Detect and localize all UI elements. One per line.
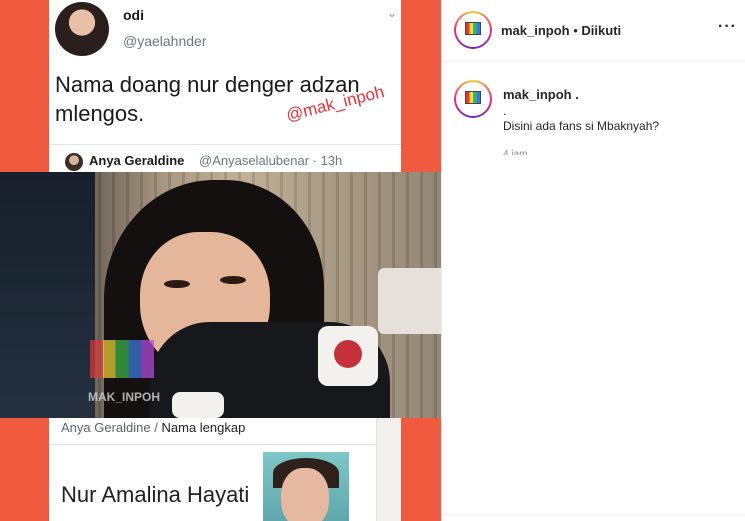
tv-icon [465,22,481,35]
tweet-author-handle: @yaelahnder [123,33,207,49]
quoted-avatar [65,153,83,171]
quoted-tweet-header: Anya Geraldine @Anyaselalubenar · 13h [49,144,401,172]
instagram-side-panel: mak_inpoh • Diikuti ··· mak_inpoh . . Di… [441,0,745,521]
breadcrumb: Anya Geraldine / Nama lengkap [61,420,245,435]
photo-logo-label: MAK_INPOH [88,390,161,404]
tweet-author-name: odi [123,7,144,23]
post-image: odi @yaelahnder ⌄ Nama doang nur denger … [0,0,441,521]
breadcrumb-separator: / [154,420,158,435]
jacket-patch-left [172,392,224,418]
header-username[interactable]: mak_inpoh • Diikuti [501,23,621,38]
quoted-author-name: Anya Geraldine [89,153,185,168]
card-divider [49,444,377,445]
caption-line-1: . [503,104,507,118]
tv-logo-icon [90,340,154,378]
caption-timestamp[interactable]: 4 jam [503,148,527,155]
thumbnail-face [281,468,329,521]
more-options-icon[interactable]: ··· [718,18,737,36]
follow-status-button[interactable]: Diikuti [581,23,621,38]
portrait-eye-left [164,280,190,288]
search-result-card: Anya Geraldine / Nama lengkap Nur Amalin… [49,418,377,521]
screen: odi @yaelahnder ⌄ Nama doang nur denger … [0,0,745,521]
jacket-patch-right [318,326,378,386]
separator-dot: • [569,23,582,38]
breadcrumb-current: Nama lengkap [161,420,246,435]
breadcrumb-link: Anya Geraldine [61,420,151,435]
caption-username[interactable]: mak_inpoh . [503,87,579,102]
window-background [0,172,95,418]
post-header: mak_inpoh • Diikuti ··· [442,0,745,62]
portrait-eye-right [220,276,246,284]
username-link[interactable]: mak_inpoh [501,23,570,38]
caption-text: Disini ada fans si Mbaknyah? [503,119,660,133]
tweet-avatar [55,2,109,56]
action-bar-divider [442,514,745,515]
result-thumbnail [263,452,349,521]
caption-avatar[interactable] [454,80,492,118]
full-name-text: Nur Amalina Hayati [61,482,250,507]
quoted-author-handle-time: @Anyaselalubenar · 13h [199,153,343,168]
tweet-screenshot: odi @yaelahnder ⌄ Nama doang nur denger … [49,0,401,172]
portrait-photo: MAK_INPOH [0,172,441,418]
profile-avatar[interactable] [454,11,492,49]
lamp-shade [378,268,441,334]
tv-icon [465,91,481,104]
chevron-down-icon: ⌄ [387,6,398,20]
